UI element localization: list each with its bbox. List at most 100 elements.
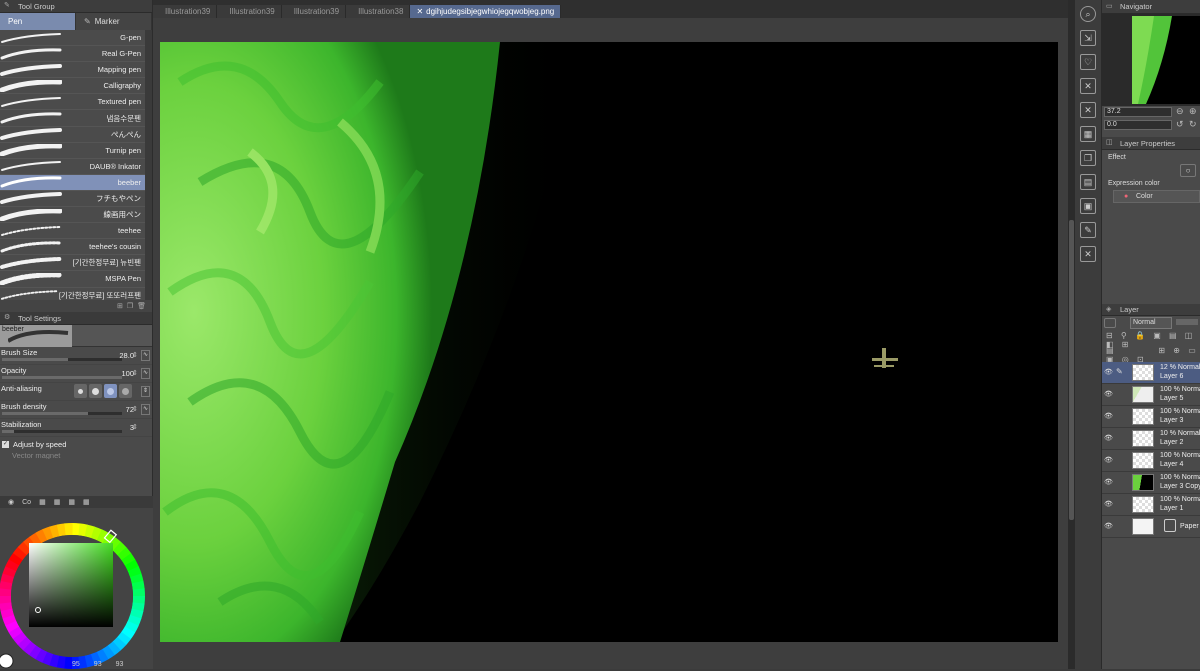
brush-item[interactable]: Turnip pen (0, 142, 145, 159)
add-brush-icon[interactable]: ⊞ (117, 302, 123, 310)
tab-pen[interactable]: Pen (0, 13, 76, 30)
layer-row[interactable]: 👁 100 % Normal Layer 4 (1102, 450, 1200, 472)
import-icon[interactable]: ⇲ (1080, 30, 1096, 46)
grid-icon[interactable]: ▦ (1080, 126, 1096, 142)
opacity-row[interactable]: Opacity 100 ⇕ ∿ (0, 365, 152, 383)
document-tab[interactable]: Illustration39 (281, 5, 347, 18)
close-icon[interactable]: ✕ (416, 7, 423, 16)
brush-item[interactable]: 線画用ペン (0, 207, 145, 224)
aa-strong-button[interactable] (119, 384, 132, 398)
layer-row[interactable]: 👁 Paper (1102, 516, 1200, 538)
brush-item[interactable]: teehee's cousin (0, 239, 145, 256)
color-tab-icon[interactable]: ▦ (54, 498, 61, 506)
layer-row[interactable]: 👁 100 % Normal Layer 1 (1102, 494, 1200, 516)
favorite-icon[interactable]: ♡ (1080, 54, 1096, 70)
deselect-icon[interactable]: ✕ (1080, 246, 1096, 262)
stabilization-row[interactable]: Stabilization 3 ⇕ (0, 419, 152, 437)
color-tab-icon[interactable]: ▦ (83, 498, 90, 506)
document-tab[interactable]: Illustration38 (346, 5, 411, 18)
edit-icon[interactable]: ✎ (1080, 222, 1096, 238)
spin-icon[interactable]: ⇕ (132, 350, 140, 361)
brush-item[interactable]: Real G-Pen (0, 46, 145, 63)
zoom-value[interactable]: 37.2 (1104, 107, 1172, 117)
brush-size-row[interactable]: Brush Size 28.0 ⇕ ∿ (0, 347, 152, 365)
pressure-icon[interactable]: ∿ (141, 368, 150, 379)
copy-icon[interactable]: ❐ (1080, 150, 1096, 166)
hue-segment[interactable] (0, 595, 12, 604)
duplicate-brush-icon[interactable]: ❐ (127, 302, 133, 310)
brush-density-row[interactable]: Brush density 72 ⇕ ∿ (0, 401, 152, 419)
visibility-eye-icon[interactable]: 👁 (1104, 456, 1113, 464)
zoom-icon[interactable]: ⌕ (1080, 6, 1096, 22)
visibility-eye-icon[interactable]: 👁 (1104, 368, 1113, 376)
layer-row[interactable]: 👁 10 % Normal Layer 2 (1102, 428, 1200, 450)
pressure-icon[interactable]: ∿ (141, 404, 150, 415)
zoom-out-icon[interactable]: ⊖ (1176, 106, 1184, 117)
delete-brush-icon[interactable]: 🗑 (137, 302, 146, 310)
hue-segment[interactable] (132, 588, 146, 597)
rotate-right-icon[interactable]: ↻ (1189, 119, 1197, 130)
color-tab-icon[interactable]: ▦ (39, 498, 46, 506)
clear-icon[interactable]: ✕ (1080, 78, 1096, 94)
visibility-eye-icon[interactable]: 👁 (1104, 522, 1113, 530)
clear-outside-icon[interactable]: ✕ (1080, 102, 1096, 118)
fill-icon[interactable]: ▤ (1080, 174, 1096, 190)
layer-row[interactable]: 👁 100 % Normal Layer 3 (1102, 406, 1200, 428)
canvas[interactable] (160, 42, 1058, 642)
hue-segment[interactable] (64, 523, 73, 536)
main-color-swatch[interactable] (0, 653, 14, 669)
pressure-icon[interactable]: ∿ (141, 350, 150, 361)
brush-item[interactable]: Mapping pen (0, 62, 145, 79)
vector-magnet-row[interactable]: Vector magnet (0, 451, 152, 459)
brush-item[interactable]: ぺんぺん (0, 126, 145, 143)
adjust-by-speed-checkbox[interactable]: ✓ Adjust by speed (0, 437, 152, 451)
layer-mode-icon[interactable] (1104, 318, 1116, 328)
navigator-preview[interactable] (1102, 14, 1200, 106)
color-wheel[interactable] (0, 508, 153, 669)
brush-item[interactable]: teehee (0, 223, 145, 240)
brush-item[interactable]: G-pen (0, 30, 145, 47)
paste-icon[interactable]: ▣ (1080, 198, 1096, 214)
brush-item[interactable]: [기간한정무료] 뉴빈펜 (0, 255, 145, 272)
visibility-eye-icon[interactable]: 👁 (1104, 412, 1113, 420)
blend-mode-select[interactable]: Normal (1130, 317, 1172, 329)
brush-item[interactable]: [기간한정무료] 또또러프펜 (0, 287, 145, 300)
brush-item[interactable]: Textured pen (0, 94, 145, 111)
visibility-eye-icon[interactable]: 👁 (1104, 390, 1113, 398)
color-wheel-icon[interactable]: ◉ (8, 498, 14, 506)
document-tab[interactable]: Illustration39 (217, 5, 282, 18)
layer-row[interactable]: 👁 100 % Normal Layer 3 Copy (1102, 472, 1200, 494)
brush-item[interactable]: Calligraphy (0, 78, 145, 95)
rotate-left-icon[interactable]: ↺ (1176, 119, 1184, 130)
scroll-thumb[interactable] (1069, 220, 1074, 520)
brush-item[interactable]: DAUB® Inkator (0, 158, 145, 175)
brush-item[interactable]: MSPA Pen (0, 271, 145, 288)
layer-row[interactable]: 👁 100 % Normal Layer 5 (1102, 384, 1200, 406)
zoom-in-icon[interactable]: ⊕ (1189, 106, 1197, 117)
stabilization-slider[interactable] (2, 430, 122, 433)
vertical-scrollbar[interactable] (1068, 0, 1075, 669)
visibility-eye-icon[interactable]: 👁 (1104, 434, 1113, 442)
document-tab[interactable]: ✕ dgihjudegsibjegwhiojegqwobjeg.png (410, 5, 562, 18)
brush-item[interactable]: フチもやペン (0, 190, 145, 208)
brush-item[interactable]: beeber (0, 174, 145, 191)
color-tab[interactable]: Co (22, 499, 31, 506)
border-effect-icon[interactable]: ○ (1180, 164, 1196, 177)
aa-medium-button[interactable] (104, 384, 117, 398)
aa-weak-button[interactable] (89, 384, 102, 398)
visibility-eye-icon[interactable]: 👁 (1104, 478, 1113, 486)
visibility-eye-icon[interactable]: 👁 (1104, 500, 1113, 508)
brush-size-slider[interactable] (2, 358, 122, 361)
aa-none-button[interactable] (74, 384, 87, 398)
tab-marker[interactable]: ✎ Marker (76, 13, 152, 30)
opacity-slider[interactable] (1176, 319, 1198, 325)
spin-icon[interactable]: ⇕ (132, 404, 140, 415)
spin-icon[interactable]: ⇕ (132, 368, 140, 379)
rotation-value[interactable]: 0.0 (1104, 120, 1172, 130)
layer-row[interactable]: 👁 ✎ 12 % Normal Layer 6 (1102, 362, 1200, 384)
brush-density-slider[interactable] (2, 412, 122, 415)
spin-icon[interactable]: ⇕ (141, 386, 150, 397)
document-tab[interactable]: Illustration39 (153, 5, 218, 18)
spin-icon[interactable]: ⇕ (132, 422, 140, 433)
color-tab-icon[interactable]: ▦ (68, 498, 75, 506)
